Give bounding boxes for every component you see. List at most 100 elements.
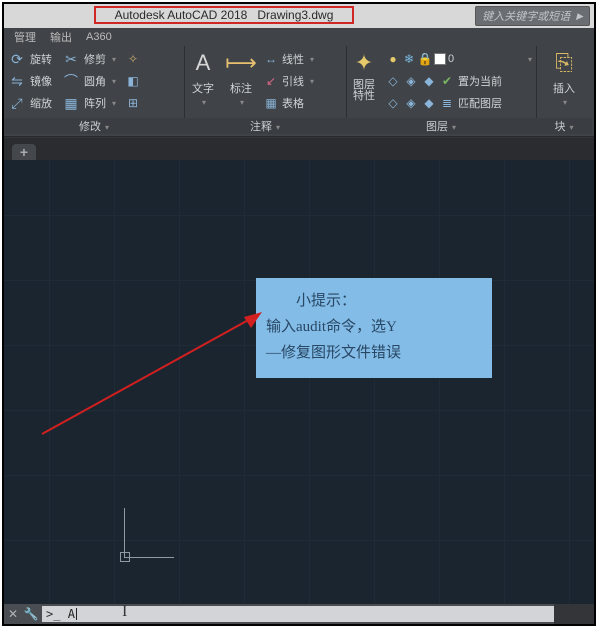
fillet-icon: ⌒ xyxy=(62,72,80,90)
array-label: 阵列 xyxy=(84,95,106,111)
make-current-label: 置为当前 xyxy=(458,73,502,89)
command-typed: A xyxy=(68,607,75,621)
layer-icon: ◆ xyxy=(422,96,436,110)
layer-icon: ◆ xyxy=(422,74,436,88)
search-box[interactable]: 键入关键字或短语 ▶ xyxy=(475,6,590,26)
layer-icon: ◈ xyxy=(404,74,418,88)
linear-button[interactable]: ↔ 线性▾ xyxy=(260,48,346,70)
dropdown-icon: ▾ xyxy=(112,99,116,108)
app-name: Autodesk AutoCAD 2018 xyxy=(115,8,248,22)
panel-footer-block[interactable]: 块▾ xyxy=(536,118,592,134)
text-label: 文字 xyxy=(192,80,214,96)
trim-icon: ✂ xyxy=(62,50,80,68)
tip-line: —修复图形文件错误 xyxy=(266,340,482,366)
mirror-label: 镜像 xyxy=(30,73,52,89)
command-prompt: >_ xyxy=(46,607,60,621)
layer-icon: ◇ xyxy=(386,74,400,88)
insert-button[interactable]: ⎘ 插入 ▾ xyxy=(538,48,590,107)
insert-icon: ⎘ xyxy=(549,48,579,78)
lock-icon: 🔒 xyxy=(418,52,432,66)
fillet-label: 圆角 xyxy=(84,73,106,89)
match-layer-label: 匹配图层 xyxy=(458,95,502,111)
dimension-label: 标注 xyxy=(230,80,252,96)
layer-icon: ◇ xyxy=(386,96,400,110)
linear-label: 线性 xyxy=(282,51,304,67)
command-bar: ✕ 🔧 >_ A I xyxy=(4,604,554,624)
command-input[interactable]: >_ A I xyxy=(42,606,554,622)
new-tab-button[interactable]: + xyxy=(12,144,36,160)
dropdown-icon: ▾ xyxy=(112,77,116,86)
ribbon: 管理 输出 A360 ⟳ 旋转 ✂ 修剪 ▾ ✧ ⇋ 镜像 ⌒ 圆角 xyxy=(4,28,594,137)
drawing-canvas[interactable]: 小提示： 输入audit命令，选Y —修复图形文件错误 xyxy=(4,160,594,604)
modify-row[interactable]: ⟳ 旋转 ✂ 修剪 ▾ ✧ xyxy=(4,48,184,70)
app-window: Autodesk AutoCAD 2018 Drawing3.dwg 键入关键字… xyxy=(2,2,596,626)
ucs-x-axis xyxy=(124,557,174,558)
panel-footer-label: 注释 xyxy=(250,121,272,133)
table-label: 表格 xyxy=(282,95,304,111)
annotation-arrow xyxy=(38,308,266,436)
mirror-icon: ⇋ xyxy=(8,72,26,90)
linear-icon: ↔ xyxy=(264,52,278,66)
panel-annotation: A 文字 ▾ ⟼ 标注 ▾ ↔ 线性▾ xyxy=(184,46,347,118)
ribbon-tab[interactable]: 管理 xyxy=(14,29,36,45)
leader-label: 引线 xyxy=(282,73,304,89)
insert-label: 插入 xyxy=(553,80,575,96)
dimension-button[interactable]: ⟼ 标注 ▾ xyxy=(222,48,260,114)
tip-line: 输入audit命令，选Y xyxy=(266,314,482,340)
table-button[interactable]: ▦ 表格 xyxy=(260,92,346,114)
scale-icon: ⤢ xyxy=(8,94,26,112)
color-swatch-icon xyxy=(434,53,446,65)
ribbon-body: ⟳ 旋转 ✂ 修剪 ▾ ✧ ⇋ 镜像 ⌒ 圆角 ▾ ◧ ⤢ 缩放 xyxy=(4,46,594,118)
ribbon-tab-strip: 管理 输出 A360 xyxy=(4,28,594,46)
title-highlight-box: Autodesk AutoCAD 2018 Drawing3.dwg xyxy=(94,6,354,24)
text-button[interactable]: A 文字 ▾ xyxy=(184,48,222,114)
leader-icon: ↙ xyxy=(264,74,278,88)
search-placeholder: 键入关键字或短语 xyxy=(482,8,570,24)
rotate-icon: ⟳ xyxy=(8,50,26,68)
leader-button[interactable]: ↙ 引线▾ xyxy=(260,70,346,92)
rotate-label: 旋转 xyxy=(30,51,52,67)
text-icon: A xyxy=(188,48,218,78)
ribbon-tab[interactable]: A360 xyxy=(86,31,112,43)
tip-callout: 小提示： 输入audit命令，选Y —修复图形文件错误 xyxy=(256,278,492,378)
panel-footer-label: 图层 xyxy=(426,121,448,133)
layer-tools-row[interactable]: ◇ ◈ ◆ ≣ 匹配图层 xyxy=(382,92,536,114)
ucs-y-axis xyxy=(124,508,125,558)
lightbulb-icon: ● xyxy=(386,52,400,66)
dropdown-icon: ▾ xyxy=(112,55,116,64)
make-current-icon: ✔ xyxy=(440,74,454,88)
plus-icon: + xyxy=(20,144,28,160)
layer-state-row[interactable]: ● ❄ 🔒 0▾ xyxy=(382,48,536,70)
panel-layers: ✦ 图层 特性 ● ❄ 🔒 0▾ ◇ ◈ xyxy=(346,46,537,118)
modify-row[interactable]: ⇋ 镜像 ⌒ 圆角 ▾ ◧ xyxy=(4,70,184,92)
ribbon-tab[interactable]: 输出 xyxy=(50,29,72,45)
panel-footer-annotation[interactable]: 注释▾ xyxy=(184,118,346,134)
ibeam-cursor-icon: I xyxy=(122,603,127,621)
scale-label: 缩放 xyxy=(30,95,52,111)
layer-properties-label: 图层 特性 xyxy=(353,80,375,102)
freeze-icon: ❄ xyxy=(402,52,416,66)
panel-block: ⎘ 插入 ▾ 块▾ xyxy=(536,46,592,118)
modify-row[interactable]: ⤢ 缩放 ▦ 阵列 ▾ ⊞ xyxy=(4,92,184,114)
file-name: Drawing3.dwg xyxy=(257,8,333,22)
layer-properties-icon: ✦ xyxy=(349,48,379,78)
ucs-icon xyxy=(114,508,174,568)
panel-footer-layers[interactable]: 图层▾ xyxy=(346,118,536,134)
text-caret xyxy=(76,608,77,620)
panel-modify: ⟳ 旋转 ✂ 修剪 ▾ ✧ ⇋ 镜像 ⌒ 圆角 ▾ ◧ ⤢ 缩放 xyxy=(4,46,185,118)
dropdown-icon: ▾ xyxy=(240,98,244,107)
table-icon: ▦ xyxy=(264,96,278,110)
ucs-origin-box xyxy=(120,552,130,562)
offset-icon: ◧ xyxy=(126,74,140,88)
panel-footer-modify[interactable]: 修改▾ xyxy=(4,118,184,134)
panel-footer-label: 块 xyxy=(554,121,565,133)
layer-properties-button[interactable]: ✦ 图层 特性 xyxy=(346,48,382,114)
title-bar: Autodesk AutoCAD 2018 Drawing3.dwg 键入关键字… xyxy=(4,4,594,28)
wrench-icon[interactable]: 🔧 xyxy=(22,607,40,621)
match-layer-icon: ≣ xyxy=(440,96,454,110)
close-icon[interactable]: ✕ xyxy=(4,607,22,621)
dimension-icon: ⟼ xyxy=(226,48,256,78)
layer-tools-row[interactable]: ◇ ◈ ◆ ✔ 置为当前 xyxy=(382,70,536,92)
tip-title: 小提示： xyxy=(266,288,482,314)
array-icon: ▦ xyxy=(62,94,80,112)
